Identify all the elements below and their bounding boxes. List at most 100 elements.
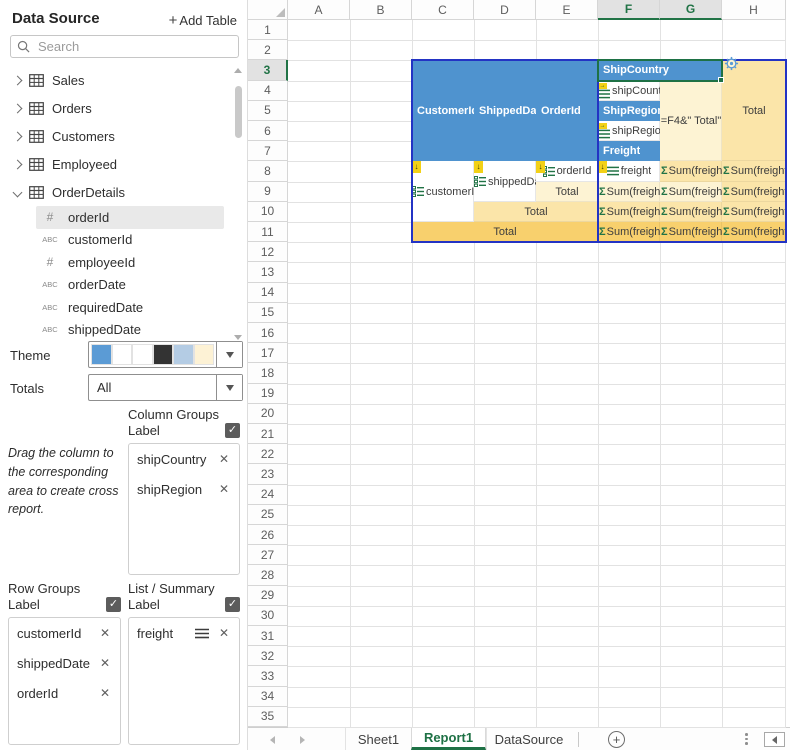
chevron-right-icon[interactable] xyxy=(13,75,23,85)
col-header-B[interactable]: B xyxy=(350,0,412,20)
theme-dropdown-button[interactable] xyxy=(216,342,242,367)
cell-H10[interactable]: ΣSum(freight) xyxy=(722,202,786,222)
row-header-35[interactable]: 35 xyxy=(248,707,288,727)
row-header-21[interactable]: 21 xyxy=(248,424,288,444)
row-header-26[interactable]: 26 xyxy=(248,525,288,545)
column-group-remove-button[interactable]: ✕ xyxy=(217,482,231,496)
table-tree-item-sales[interactable]: Sales xyxy=(0,66,232,94)
row-header-25[interactable]: 25 xyxy=(248,505,288,525)
cell-D8[interactable]: ↓shippedDate xyxy=(474,161,536,201)
row-header-10[interactable]: 10 xyxy=(248,202,288,222)
row-group-remove-button[interactable]: ✕ xyxy=(98,626,112,640)
row-header-33[interactable]: 33 xyxy=(248,666,288,686)
cell-F6[interactable]: →shipRegion xyxy=(598,121,660,141)
field-tree-item-orderid[interactable]: #orderId xyxy=(36,206,224,229)
table-tree-item-orderdetails[interactable]: OrderDetails xyxy=(0,178,232,206)
cell-H11[interactable]: ΣSum(freight) xyxy=(722,222,786,242)
field-tree-item-shippeddate[interactable]: ABCshippedDate xyxy=(0,319,232,342)
hscroll-left-button[interactable] xyxy=(764,732,785,747)
sheet-tab-datasource[interactable]: DataSource xyxy=(486,728,571,750)
row-header-11[interactable]: 11 xyxy=(248,222,288,242)
cell-F3[interactable]: ShipCountry xyxy=(598,60,722,80)
row-header-24[interactable]: 24 xyxy=(248,485,288,505)
list-summary-label-checkbox[interactable]: ✓ xyxy=(225,597,240,612)
col-header-E[interactable]: E xyxy=(536,0,598,20)
row-header-4[interactable]: 4 xyxy=(248,81,288,101)
cell-G9[interactable]: ΣSum(freight) xyxy=(660,182,722,202)
cell-H8[interactable]: ΣSum(freight) xyxy=(722,161,786,181)
col-header-C[interactable]: C xyxy=(412,0,474,20)
summary-list-icon[interactable] xyxy=(195,628,209,639)
chevron-right-icon[interactable] xyxy=(13,131,23,141)
cell-F7[interactable]: Freight xyxy=(598,141,660,161)
theme-dropdown[interactable] xyxy=(88,341,243,368)
column-group-remove-button[interactable]: ✕ xyxy=(217,452,231,466)
chevron-down-icon[interactable] xyxy=(13,187,23,197)
row-header-14[interactable]: 14 xyxy=(248,283,288,303)
cell-C8[interactable]: ↓customerId xyxy=(412,161,474,222)
row-header-31[interactable]: 31 xyxy=(248,626,288,646)
row-group-item[interactable]: shippedDate✕ xyxy=(9,648,120,678)
cell-D3[interactable]: ShippedDate xyxy=(474,60,536,161)
row-header-27[interactable]: 27 xyxy=(248,545,288,565)
list-summary-remove-button[interactable]: ✕ xyxy=(217,626,231,640)
table-tree-item-employeed[interactable]: Employeed xyxy=(0,150,232,178)
row-header-30[interactable]: 30 xyxy=(248,606,288,626)
row-group-item[interactable]: customerId✕ xyxy=(9,618,120,648)
row-header-16[interactable]: 16 xyxy=(248,323,288,343)
column-group-item[interactable]: shipRegion✕ xyxy=(129,474,239,504)
tabbar-drag-handle[interactable] xyxy=(745,733,748,745)
sheet-tab-report1[interactable]: Report1 xyxy=(411,728,486,750)
field-tree-item-customerid[interactable]: ABCcustomerId xyxy=(0,229,232,252)
table-tree-item-customers[interactable]: Customers xyxy=(0,122,232,150)
tree-scrollbar[interactable] xyxy=(234,68,243,340)
cell-C11[interactable]: Total xyxy=(412,222,598,242)
row-header-2[interactable]: 2 xyxy=(248,40,288,60)
row-header-5[interactable]: 5 xyxy=(248,101,288,121)
cell-F9[interactable]: ΣSum(freight) xyxy=(598,182,660,202)
cell-D10[interactable]: Total xyxy=(474,202,598,222)
row-header-12[interactable]: 12 xyxy=(248,242,288,262)
row-header-28[interactable]: 28 xyxy=(248,565,288,585)
cell-F4[interactable]: →shipCountry xyxy=(598,81,660,101)
cell-F11[interactable]: ΣSum(freight) xyxy=(598,222,660,242)
sheet-tab-sheet1[interactable]: Sheet1 xyxy=(345,728,411,750)
add-sheet-button[interactable]: + xyxy=(608,731,625,748)
row-header-23[interactable]: 23 xyxy=(248,464,288,484)
row-header-3[interactable]: 3 xyxy=(248,60,288,80)
row-header-8[interactable]: 8 xyxy=(248,161,288,181)
row-header-29[interactable]: 29 xyxy=(248,586,288,606)
row-header-32[interactable]: 32 xyxy=(248,646,288,666)
cell-F10[interactable]: ΣSum(freight) xyxy=(598,202,660,222)
cell-G10[interactable]: ΣSum(freight) xyxy=(660,202,722,222)
scroll-down-icon[interactable] xyxy=(234,335,242,340)
row-header-1[interactable]: 1 xyxy=(248,20,288,40)
search-box[interactable] xyxy=(10,35,239,58)
col-header-A[interactable]: A xyxy=(288,0,350,20)
row-header-13[interactable]: 13 xyxy=(248,262,288,282)
row-group-remove-button[interactable]: ✕ xyxy=(98,686,112,700)
column-group-item[interactable]: shipCountry✕ xyxy=(129,444,239,474)
col-header-H[interactable]: H xyxy=(722,0,786,20)
row-group-remove-button[interactable]: ✕ xyxy=(98,656,112,670)
cell-G8[interactable]: ΣSum(freight) xyxy=(660,161,722,181)
tab-nav-left-icon[interactable] xyxy=(270,736,275,744)
add-table-button[interactable]: + Add Table xyxy=(169,13,237,28)
row-header-15[interactable]: 15 xyxy=(248,303,288,323)
row-header-20[interactable]: 20 xyxy=(248,404,288,424)
row-header-9[interactable]: 9 xyxy=(248,182,288,202)
col-header-G[interactable]: G xyxy=(660,0,722,20)
row-header-17[interactable]: 17 xyxy=(248,343,288,363)
row-groups-label-checkbox[interactable]: ✓ xyxy=(106,597,121,612)
field-tree-item-employeeid[interactable]: #employeeId xyxy=(0,251,232,274)
cell-F5[interactable]: ShipRegion xyxy=(598,101,660,121)
row-header-34[interactable]: 34 xyxy=(248,687,288,707)
cell-G4[interactable]: =F4&" Total" xyxy=(660,81,722,162)
col-header-F[interactable]: F xyxy=(598,0,660,20)
cell-H9[interactable]: ΣSum(freight) xyxy=(722,182,786,202)
scrollbar-thumb[interactable] xyxy=(235,86,242,138)
cell-E9[interactable]: Total xyxy=(536,182,598,202)
list-summary-item[interactable]: freight✕ xyxy=(129,618,239,648)
cell-G11[interactable]: ΣSum(freight) xyxy=(660,222,722,242)
report-settings-gear-icon[interactable] xyxy=(724,56,739,76)
